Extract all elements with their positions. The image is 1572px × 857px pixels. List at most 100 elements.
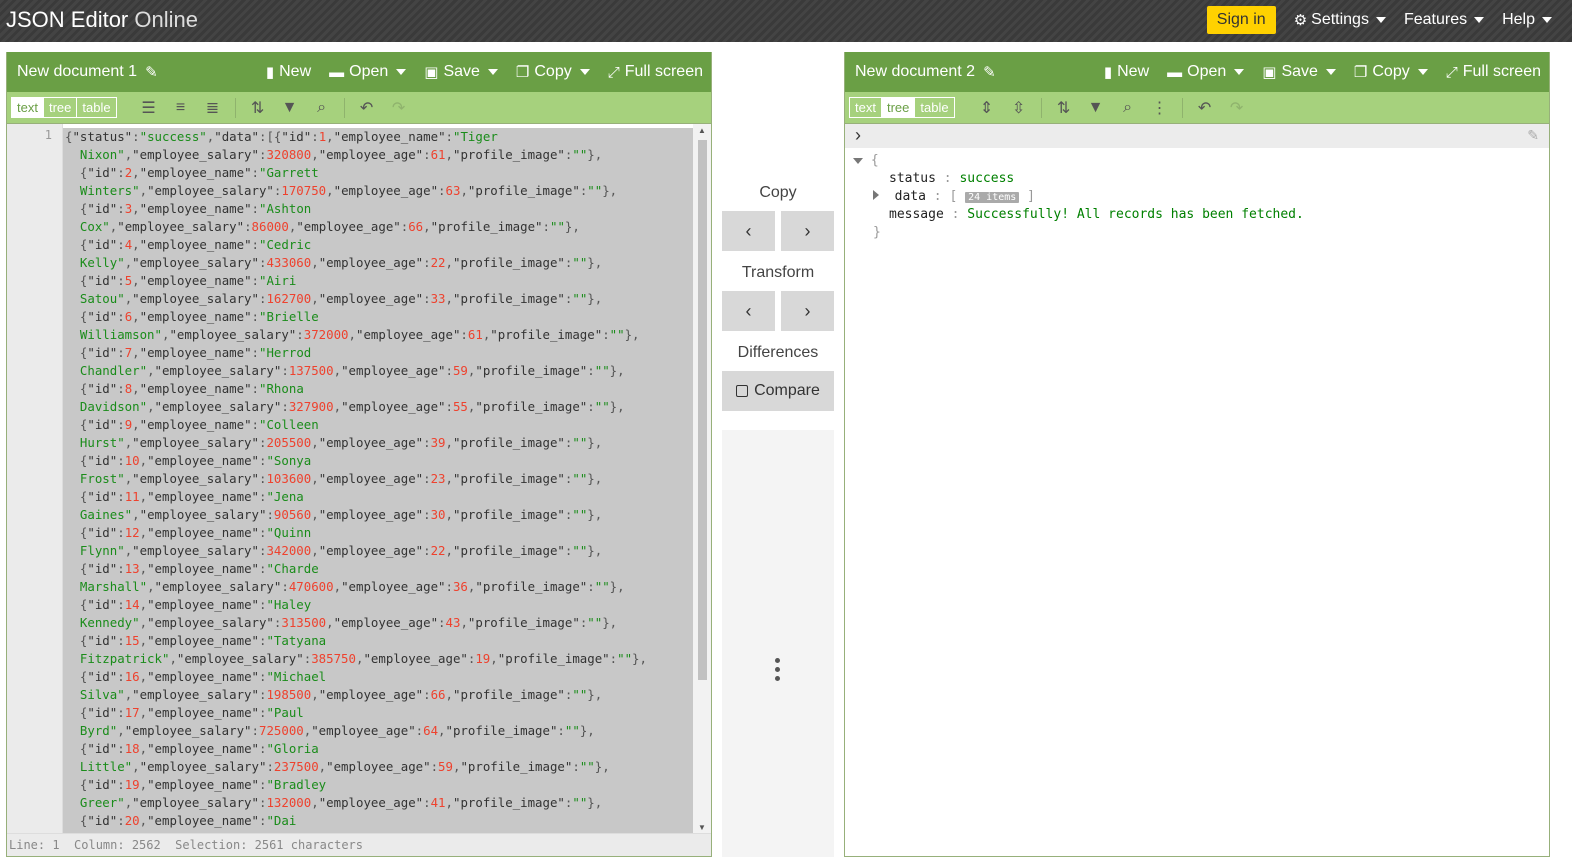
filter-icon[interactable]: ▼ xyxy=(1082,96,1110,120)
mode-text[interactable]: text xyxy=(850,98,882,117)
code-line: {"id":3,"employee_name":"Ashton xyxy=(65,201,312,216)
floppy-icon: ▣ xyxy=(424,63,439,81)
tree-root[interactable]: { xyxy=(853,152,879,170)
divider xyxy=(1181,97,1183,118)
copy-icon: ❐ xyxy=(515,63,530,81)
copy-left-button[interactable]: ‹ xyxy=(722,211,775,251)
filter-icon[interactable]: ▼ xyxy=(276,96,304,120)
chevron-left-icon: ‹ xyxy=(745,220,752,241)
open-button[interactable]: ▬ Open xyxy=(329,63,407,81)
new-button[interactable]: ▮ New xyxy=(266,63,311,81)
code-line: {"id":15,"employee_name":"Tatyana xyxy=(65,633,327,648)
code-line: Gaines","employee_salary":90560,"employe… xyxy=(65,507,603,522)
mode-table[interactable]: table xyxy=(77,98,115,117)
file-icon: ▮ xyxy=(1103,63,1113,81)
code-text[interactable]: {"status":"success","data":[{"id":1,"emp… xyxy=(63,128,693,834)
edit-icon[interactable]: ✎ xyxy=(983,65,996,80)
smart-format-icon[interactable]: ≡ xyxy=(167,96,195,120)
help-menu[interactable]: Help xyxy=(1502,11,1552,29)
edit-icon[interactable]: ✎ xyxy=(1527,127,1539,144)
mode-table[interactable]: table xyxy=(915,98,953,117)
chevron-right-icon[interactable]: › xyxy=(855,125,861,146)
transform-label: Transform xyxy=(741,264,815,281)
tree-node-status[interactable]: status : success xyxy=(889,170,1014,188)
mode-tree[interactable]: tree xyxy=(44,98,78,117)
compact-icon[interactable]: ≣ xyxy=(199,96,227,120)
scroll-thumb[interactable] xyxy=(698,140,707,680)
more-vertical-icon[interactable] xyxy=(775,658,780,681)
sort-icon[interactable]: ⇅ xyxy=(1050,96,1078,120)
code-line: {"id":13,"employee_name":"Charde xyxy=(65,561,319,576)
collapse-triangle-icon[interactable] xyxy=(873,190,879,200)
redo-icon[interactable]: ↷ xyxy=(1223,96,1251,120)
tree-node-message[interactable]: message : Successfully! All records has … xyxy=(889,206,1304,224)
code-line: {"id":19,"employee_name":"Bradley xyxy=(65,777,327,792)
new-button[interactable]: ▮ New xyxy=(1104,63,1149,81)
code-line: Little","employee_salary":237500,"employ… xyxy=(65,759,610,774)
code-line: {"id":7,"employee_name":"Herrod xyxy=(65,345,312,360)
code-line: {"id":8,"employee_name":"Rhona xyxy=(65,381,304,396)
fullscreen-button[interactable]: ⤢ Full screen xyxy=(608,63,703,81)
divider xyxy=(1040,97,1042,118)
edit-icon[interactable]: ✎ xyxy=(145,65,158,80)
fullscreen-button[interactable]: ⤢ Full screen xyxy=(1446,63,1541,81)
features-menu[interactable]: Features xyxy=(1404,11,1485,29)
code-line: Marshall","employee_salary":470600,"empl… xyxy=(65,579,625,594)
vertical-scrollbar[interactable]: ▲ ▼ xyxy=(693,124,711,834)
collapse-all-icon[interactable]: ⇳ xyxy=(1005,96,1033,120)
caret-down-icon xyxy=(396,69,407,75)
compare-button[interactable]: Compare xyxy=(722,371,834,411)
format-icon[interactable]: ☰ xyxy=(135,96,163,120)
sign-in-button[interactable]: Sign in xyxy=(1206,6,1276,34)
expand-icon: ⤢ xyxy=(607,63,620,81)
code-line: Winters","employee_salary":170750,"emplo… xyxy=(65,183,618,198)
top-bar: JSON Editor Online Sign in ⚙ Settings Fea… xyxy=(0,0,1572,42)
differences-label: Differences xyxy=(737,344,819,361)
save-button[interactable]: ▣ Save xyxy=(424,63,498,81)
undo-icon[interactable]: ↶ xyxy=(353,96,381,120)
code-editor[interactable]: 1 {"status":"success","data":[{"id":1,"e… xyxy=(7,124,711,834)
caret-down-icon xyxy=(1375,17,1386,23)
scroll-down-icon[interactable]: ▼ xyxy=(698,823,706,832)
code-line: Silva","employee_salary":198500,"employe… xyxy=(65,687,603,702)
right-toolbar: text tree table ⇕ ⇳ ⇅ ▼ ⌕ ⋮ ↶ ↷ xyxy=(845,92,1549,124)
copy-label: Copy xyxy=(759,184,797,201)
items-badge[interactable]: 24 items xyxy=(965,192,1020,203)
expand-all-icon[interactable]: ⇕ xyxy=(973,96,1001,120)
open-button[interactable]: ▬ Open xyxy=(1167,63,1245,81)
code-line: Fitzpatrick","employee_salary":385750,"e… xyxy=(65,651,647,666)
code-line: Williamson","employee_salary":372000,"em… xyxy=(65,327,640,342)
search-icon[interactable]: ⌕ xyxy=(1114,96,1142,120)
copy-right-button[interactable]: › xyxy=(781,211,834,251)
copy-button[interactable]: ❐ Copy xyxy=(1354,63,1428,81)
undo-icon[interactable]: ↶ xyxy=(1191,96,1219,120)
more-vertical-icon[interactable]: ⋮ xyxy=(1146,96,1174,120)
mode-text[interactable]: text xyxy=(12,98,44,117)
tree-node-data[interactable]: data : [ 24 items ] xyxy=(873,188,1035,206)
middle-controls: Copy ‹ › Transform ‹ › Differences Compa… xyxy=(722,52,834,857)
save-button[interactable]: ▣ Save xyxy=(1262,63,1336,81)
scroll-up-icon[interactable]: ▲ xyxy=(698,126,706,135)
mode-tree[interactable]: tree xyxy=(881,98,916,117)
sort-icon[interactable]: ⇅ xyxy=(244,96,272,120)
divider xyxy=(234,97,236,118)
chevron-right-icon: › xyxy=(804,220,811,241)
expand-triangle-icon[interactable] xyxy=(853,158,863,164)
caret-down-icon xyxy=(1234,69,1245,75)
transform-left-button[interactable]: ‹ xyxy=(722,291,775,331)
transform-right-button[interactable]: › xyxy=(781,291,834,331)
status-bar: Line: 1 Column: 2562 Selection: 2561 cha… xyxy=(7,833,711,856)
document-title[interactable]: New document 1 ✎ xyxy=(15,63,266,81)
folder-open-icon: ▬ xyxy=(329,63,345,81)
settings-menu[interactable]: ⚙ Settings xyxy=(1294,11,1386,29)
code-line: {"id":18,"employee_name":"Gloria xyxy=(65,741,319,756)
code-line: {"id":14,"employee_name":"Haley xyxy=(65,597,312,612)
code-line: Cox","employee_salary":86000,"employee_a… xyxy=(65,219,580,234)
code-line: {"id":6,"employee_name":"Brielle xyxy=(65,309,319,324)
app-logo[interactable]: JSON Editor Online xyxy=(6,7,198,33)
caret-down-icon xyxy=(1417,69,1428,75)
search-icon[interactable]: ⌕ xyxy=(308,96,336,120)
copy-button[interactable]: ❐ Copy xyxy=(516,63,590,81)
redo-icon[interactable]: ↷ xyxy=(385,96,413,120)
document-title[interactable]: New document 2 ✎ xyxy=(853,63,1104,81)
